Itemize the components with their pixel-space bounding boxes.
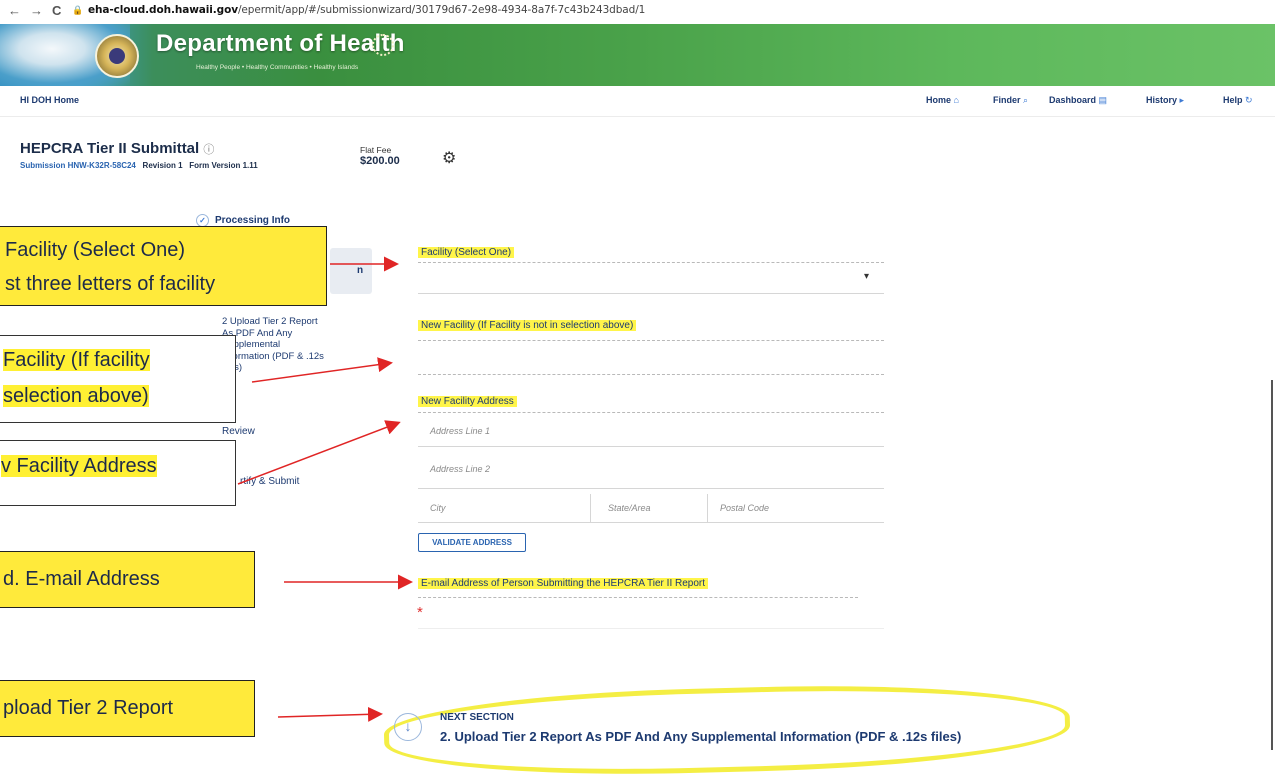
city-row-underline <box>418 522 884 523</box>
city-placeholder: City <box>430 503 446 513</box>
new-facility-address-label: New Facility Address <box>418 396 517 407</box>
email-field[interactable] <box>418 597 858 598</box>
facility-select[interactable] <box>418 293 884 294</box>
arrow-upload <box>277 706 383 722</box>
postal-code-placeholder: Postal Code <box>720 503 770 513</box>
address-label-underline <box>418 412 884 413</box>
next-section-label: NEXT SECTION <box>440 712 514 723</box>
postal-code-input[interactable]: Postal Code <box>720 503 769 513</box>
next-section-link[interactable]: 2. Upload Tier 2 Report As PDF And Any S… <box>440 729 961 744</box>
address-line-1-placeholder: Address Line 1 <box>430 426 491 436</box>
required-asterisk: * <box>417 604 423 621</box>
email-label: E-mail Address of Person Submitting the … <box>418 578 709 589</box>
new-facility-label: New Facility (If Facility is not in sele… <box>418 320 637 331</box>
arrow-new-facility <box>251 357 393 383</box>
address-line-2-underline <box>418 488 884 489</box>
chevron-down-icon[interactable]: ▾ <box>864 271 869 282</box>
arrow-down-icon[interactable]: ↓ <box>394 713 422 741</box>
address-line-1-input[interactable]: Address Line 1 <box>430 426 490 436</box>
new-facility-input[interactable] <box>418 374 884 375</box>
state-divider <box>707 494 708 522</box>
new-facility-input-top <box>418 340 884 341</box>
validate-address-button[interactable]: VALIDATE ADDRESS <box>418 533 526 552</box>
address-line-1-underline <box>418 446 884 447</box>
address-line-2-placeholder: Address Line 2 <box>430 464 491 474</box>
city-input[interactable]: City <box>430 503 446 513</box>
facility-label-underline <box>418 262 884 263</box>
email-field-underline <box>418 628 884 629</box>
facility-label: Facility (Select One) <box>418 247 515 258</box>
state-placeholder: State/Area <box>608 503 651 513</box>
city-divider <box>590 494 591 522</box>
scrollbar[interactable] <box>1271 380 1273 750</box>
annotation-arrows <box>237 256 413 722</box>
arrow-address <box>237 420 401 485</box>
address-line-2-input[interactable]: Address Line 2 <box>430 464 490 474</box>
state-input[interactable]: State/Area <box>608 503 651 513</box>
